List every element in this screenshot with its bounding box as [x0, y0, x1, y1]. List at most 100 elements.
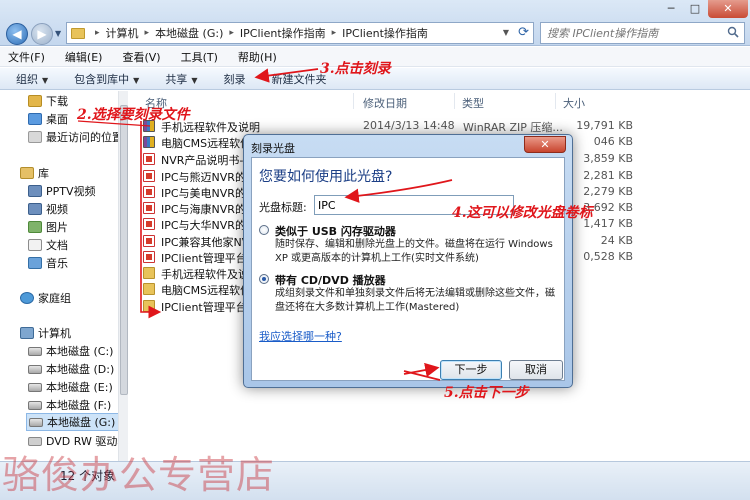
sidebar-item-drive-d[interactable]: 本地磁盘 (D:)	[28, 360, 114, 378]
search-icon[interactable]	[727, 26, 739, 38]
disc-title-label: 光盘标题:	[259, 201, 307, 214]
usb-option-title[interactable]: 类似于 USB 闪存驱动器	[275, 223, 396, 239]
help-link[interactable]: 我应选择哪一种?	[259, 328, 342, 344]
file-size: 19,791 KB	[576, 119, 633, 132]
chevron-right-icon: ▸	[229, 28, 234, 38]
pdf-file-icon	[143, 153, 155, 165]
sidebar-item-recent[interactable]: 最近访问的位置	[28, 128, 123, 146]
pdf-file-icon	[143, 202, 155, 214]
breadcrumb-current[interactable]: IPClient操作指南	[342, 25, 428, 41]
organize-button[interactable]: 组织 ▼	[16, 71, 48, 87]
include-library-button[interactable]: 包含到库中 ▼	[74, 71, 139, 87]
menu-tools[interactable]: 工具(T)	[181, 49, 218, 65]
burn-button[interactable]: 刻录	[223, 71, 245, 87]
column-divider[interactable]	[555, 93, 556, 109]
new-folder-button[interactable]: 新建文件夹	[271, 71, 326, 87]
column-header-size[interactable]: 大小	[563, 95, 585, 111]
menu-file[interactable]: 文件(F)	[8, 49, 45, 65]
breadcrumb-folder[interactable]: IPClient操作指南	[240, 25, 326, 41]
cancel-button[interactable]: 取消	[509, 360, 563, 380]
share-button[interactable]: 共享 ▼	[165, 71, 197, 87]
scrollbar-thumb[interactable]	[120, 105, 128, 395]
chevron-down-icon: ▼	[191, 75, 198, 85]
sidebar-item-pictures[interactable]: 图片	[28, 218, 68, 236]
folder-icon	[143, 267, 155, 279]
menu-help[interactable]: 帮助(H)	[238, 49, 277, 65]
annotation-step-5: 5.点击下一步	[444, 385, 529, 401]
chevron-right-icon: ▸	[95, 28, 100, 38]
folder-icon	[71, 27, 85, 39]
sidebar-item-drive-e[interactable]: 本地磁盘 (E:)	[28, 378, 113, 396]
arrow-left-icon: ◀	[12, 27, 22, 41]
menu-edit[interactable]: 编辑(E)	[65, 49, 103, 65]
pdf-file-icon	[143, 235, 155, 247]
sidebar-item-desktop[interactable]: 桌面	[28, 110, 68, 128]
sidebar-item-label: 本地磁盘 (E:)	[46, 381, 113, 394]
sidebar-item-drive-g[interactable]: 本地磁盘 (G:)	[26, 413, 123, 431]
pictures-library-icon	[28, 221, 42, 233]
recent-pages-dropdown[interactable]: ▼	[55, 29, 61, 38]
sidebar-item-label: 下载	[46, 95, 68, 108]
sidebar-item-drive-c[interactable]: 本地磁盘 (C:)	[28, 342, 113, 360]
sidebar-item-downloads[interactable]: 下载	[28, 92, 68, 110]
computer-icon	[20, 327, 34, 339]
sidebar-item-label: 视频	[46, 203, 68, 216]
next-button[interactable]: 下一步	[440, 360, 502, 380]
file-name: 电脑CMS远程软件	[161, 284, 252, 297]
sidebar-item-libraries[interactable]: 库	[20, 164, 49, 182]
minimize-button[interactable]: ─	[660, 0, 682, 18]
refresh-icon[interactable]: ⟳	[518, 25, 529, 40]
breadcrumb-computer[interactable]: 计算机	[106, 25, 139, 41]
close-button[interactable]: ✕	[708, 0, 748, 18]
dialog-close-button[interactable]: ✕	[524, 136, 566, 153]
sidebar-item-label: 桌面	[46, 113, 68, 126]
recent-places-icon	[28, 131, 42, 143]
homegroup-icon	[20, 292, 34, 304]
sidebar-item-documents[interactable]: 文档	[28, 236, 68, 254]
folder-icon	[143, 283, 155, 295]
annotation-step-3: 3.点击刻录	[320, 61, 391, 77]
folder-icon	[143, 300, 155, 312]
rar-archive-icon	[143, 136, 155, 148]
drive-icon	[28, 382, 42, 392]
sidebar-item-music[interactable]: 音乐	[28, 254, 68, 272]
back-button[interactable]: ◀	[6, 23, 28, 45]
organize-label: 组织	[16, 72, 38, 86]
search-box[interactable]	[540, 22, 745, 44]
column-header-type[interactable]: 类型	[462, 95, 484, 111]
maximize-button[interactable]: □	[684, 0, 706, 18]
file-date: 2014/3/13 14:48	[363, 119, 455, 132]
video-library-icon	[28, 185, 42, 197]
arrow-right-icon: ▶	[37, 27, 47, 41]
address-bar[interactable]: ▸ 计算机 ▸ 本地磁盘 (G:) ▸ IPClient操作指南 ▸ IPCli…	[66, 22, 534, 44]
sidebar-item-drive-f[interactable]: 本地磁盘 (F:)	[28, 396, 111, 414]
sidebar-item-pptv-video[interactable]: PPTV视频	[28, 182, 96, 200]
drive-icon	[28, 364, 42, 374]
chevron-down-icon: ▼	[42, 75, 49, 85]
breadcrumb-drive-g[interactable]: 本地磁盘 (G:)	[155, 25, 223, 41]
column-divider[interactable]	[454, 93, 455, 109]
documents-library-icon	[28, 239, 42, 251]
file-row[interactable]: 手机远程软件及说明 2014/3/13 14:48 WinRAR ZIP 压缩.…	[143, 118, 743, 134]
column-header-date[interactable]: 修改日期	[363, 95, 407, 111]
close-icon: ✕	[540, 138, 550, 151]
sidebar-item-computer[interactable]: 计算机	[20, 324, 71, 342]
usb-option-radio[interactable]	[259, 225, 269, 235]
chevron-down-icon[interactable]: ▼	[503, 28, 509, 37]
desktop-icon	[28, 113, 42, 125]
pdf-file-icon	[143, 251, 155, 263]
sidebar-item-videos[interactable]: 视频	[28, 200, 68, 218]
forward-button[interactable]: ▶	[31, 23, 53, 45]
video-library-icon	[28, 203, 42, 215]
burn-disc-dialog: 刻录光盘 ✕ 您要如何使用此光盘? 光盘标题: 类似于 USB 闪存驱动器 随时…	[243, 134, 573, 388]
search-input[interactable]	[547, 26, 722, 40]
cd-dvd-option-title[interactable]: 带有 CD/DVD 播放器	[275, 272, 386, 288]
column-divider[interactable]	[353, 93, 354, 109]
navigation-pane: 下载 桌面 最近访问的位置 库 PPTV视频 视频 图片 文档 音乐 家庭组 计…	[0, 91, 128, 461]
cd-dvd-option-radio[interactable]	[259, 274, 269, 284]
library-icon	[20, 167, 34, 179]
dialog-heading: 您要如何使用此光盘?	[259, 169, 393, 185]
sidebar-item-homegroup[interactable]: 家庭组	[20, 289, 71, 307]
navpane-scrollbar[interactable]	[118, 91, 128, 461]
menu-view[interactable]: 查看(V)	[122, 49, 160, 65]
